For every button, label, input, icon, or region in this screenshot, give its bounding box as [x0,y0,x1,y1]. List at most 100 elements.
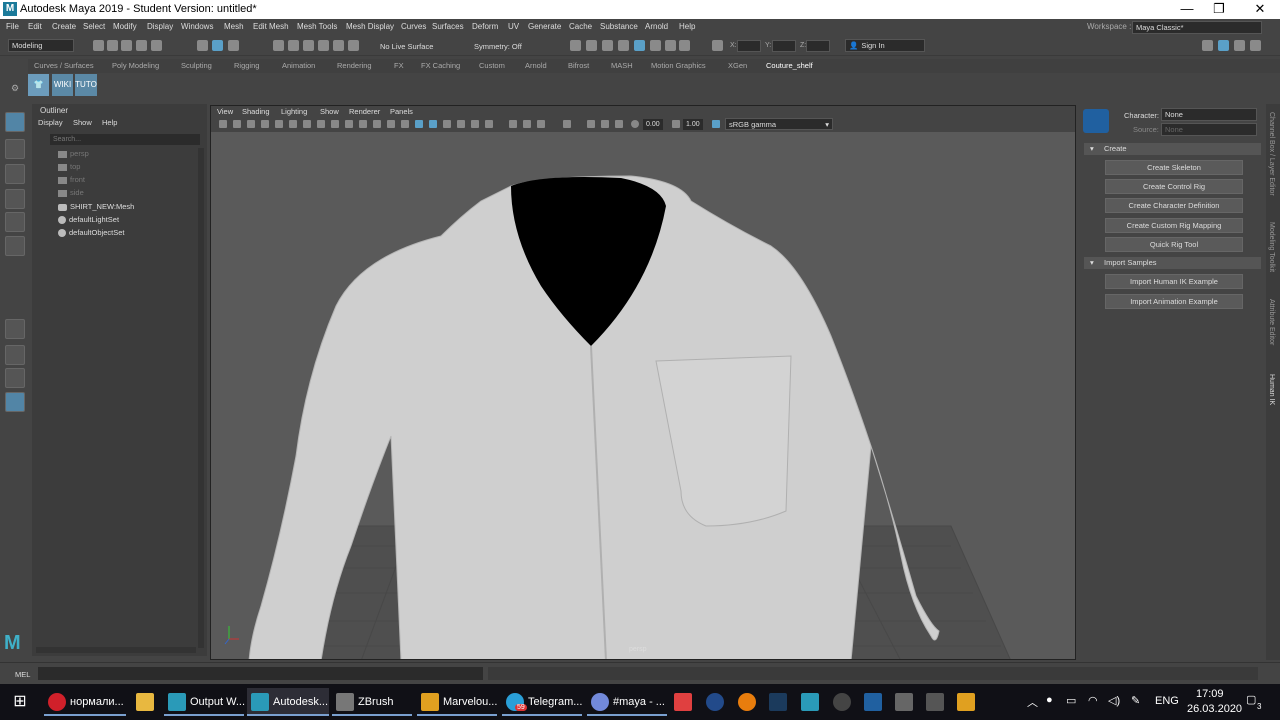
shelf-tab-poly-modeling[interactable]: Poly Modeling [112,61,159,70]
menu-generate[interactable]: Generate [528,22,561,31]
maximize-button[interactable]: ❐ [1204,1,1234,17]
render-view-icon[interactable] [570,40,581,51]
shelf-tab-couture-shelf[interactable]: Couture_shelf [766,61,813,70]
maya-pinned-icon[interactable] [801,688,823,716]
y-field[interactable] [772,40,796,52]
shelf-tab-xgen[interactable]: XGen [728,61,747,70]
wireframe-icon[interactable] [401,120,409,128]
create-control-rig-button[interactable]: Create Control Rig [1105,179,1243,194]
symmetry-label[interactable]: Symmetry: Off [474,42,522,51]
show-hidden-icons-icon[interactable]: ︿ [1027,694,1038,710]
viewport-menu-panels[interactable]: Panels [390,107,413,116]
close-button[interactable]: ✕ [1245,1,1275,17]
clock-time[interactable]: 17:09 [1196,688,1224,700]
isolate-select-icon[interactable] [563,120,571,128]
menu-mesh[interactable]: Mesh [224,22,244,31]
exposure-field[interactable]: 0.00 [643,119,663,130]
source-select[interactable]: None [1161,123,1257,136]
bookmark-icon[interactable] [247,120,255,128]
grease-pencil-icon[interactable] [289,120,297,128]
depth-of-field-icon[interactable] [537,120,545,128]
create-custom-rig-mapping-button[interactable]: Create Custom Rig Mapping [1105,218,1243,233]
textured-icon[interactable] [443,120,451,128]
snap-point-icon[interactable] [303,40,314,51]
snap-grid-icon[interactable] [273,40,284,51]
side-tab-channel-box[interactable]: Channel Box / Layer Editor [1268,112,1275,196]
character-select[interactable]: None [1161,108,1257,121]
shelf-tuto-button[interactable]: TUTO [75,74,97,96]
shelf-tab-bifrost[interactable]: Bifrost [568,61,589,70]
marvelous-pinned-icon[interactable] [957,688,979,716]
use-all-lights-icon[interactable] [457,120,465,128]
v-app-icon[interactable] [864,688,886,716]
import-samples-section-header[interactable]: ▾ Import Samples [1084,257,1261,269]
menu-surfaces[interactable]: Surfaces [432,22,464,31]
taskbar-app-maya[interactable]: Autodesk... [247,688,329,716]
tool-settings-toggle-icon[interactable] [1250,40,1261,51]
wifi-icon[interactable]: ◠ [1088,694,1098,707]
outliner-item-default-light-set[interactable]: defaultLightSet [58,215,119,225]
side-tab-attribute-editor[interactable]: Attribute Editor [1268,299,1275,345]
viewport[interactable]: persp [210,105,1076,660]
resolution-gate-icon[interactable] [331,120,339,128]
taskbar-app-zbrush[interactable]: ZBrush [332,688,412,716]
arnold-render-icon[interactable] [650,40,661,51]
taskbar-app-discord[interactable]: #maya - ... [587,688,667,716]
rotate-tool-icon[interactable] [5,212,25,232]
viewport-menu-lighting[interactable]: Lighting [281,107,307,116]
import-animation-example-button[interactable]: Import Animation Example [1105,294,1243,309]
shelf-tab-fx[interactable]: FX [394,61,404,70]
outliner-item-top[interactable]: top [58,162,80,171]
substance-painter-icon[interactable] [674,688,696,716]
create-section-header[interactable]: ▾ Create [1084,143,1261,155]
notifications-icon[interactable]: ▢ [1246,693,1256,706]
image-plane-icon[interactable] [261,120,269,128]
scale-tool-icon[interactable] [5,236,25,256]
menu-windows[interactable]: Windows [181,22,213,31]
menu-substance[interactable]: Substance [600,22,638,31]
shelf-tab-rigging[interactable]: Rigging [234,61,259,70]
shelf-tab-rendering[interactable]: Rendering [337,61,372,70]
channel-box-toggle-icon[interactable] [1218,40,1229,51]
xray-joints-icon[interactable] [615,120,623,128]
field-chart-icon[interactable] [359,120,367,128]
attribute-editor-toggle-icon[interactable] [1234,40,1245,51]
select-object-icon[interactable] [212,40,223,51]
viewport-menu-view[interactable]: View [217,107,233,116]
shelf-tab-sculpting[interactable]: Sculpting [181,61,212,70]
tc-app-icon[interactable] [926,688,948,716]
wireframe-on-shaded-icon[interactable] [429,120,437,128]
shelf-tab-curves-surfaces[interactable]: Curves / Surfaces [34,61,94,70]
mel-input[interactable] [38,667,483,680]
multisample-aa-icon[interactable] [523,120,531,128]
quick-rig-tool-button[interactable]: Quick Rig Tool [1105,237,1243,252]
lasso-tool-icon[interactable] [5,139,25,159]
safe-title-icon[interactable] [387,120,395,128]
shelf-gear-icon[interactable]: ⚙ [11,83,19,94]
outliner-h-scrollbar[interactable] [36,647,196,653]
redo-icon[interactable] [151,40,162,51]
taskbar-app-opera[interactable]: нормали... [44,688,126,716]
ipr-render-icon[interactable] [602,40,613,51]
grid-toggle-icon[interactable] [303,120,311,128]
z-field[interactable] [806,40,830,52]
language-indicator[interactable]: ENG [1155,695,1179,707]
paint-select-tool-icon[interactable] [5,164,25,184]
move-tool-icon[interactable] [5,189,25,209]
snap-view-icon[interactable] [318,40,329,51]
film-gate-icon[interactable] [317,120,325,128]
snap-vertex-icon[interactable] [348,40,359,51]
outliner-menu-help[interactable]: Help [102,118,117,127]
x-field[interactable] [737,40,761,52]
tray-app-icon[interactable]: ● [1046,694,1053,706]
gamma-field[interactable]: 1.00 [683,119,703,130]
create-character-definition-button[interactable]: Create Character Definition [1105,198,1243,213]
hypershade-icon[interactable] [634,40,645,51]
mel-label[interactable]: MEL [15,670,30,679]
blender-icon[interactable] [738,688,760,716]
select-hierarchy-icon[interactable] [197,40,208,51]
undo-icon[interactable] [136,40,147,51]
render-settings-icon[interactable] [618,40,629,51]
menu-modify[interactable]: Modify [113,22,137,31]
side-tab-modeling-toolkit[interactable]: Modeling Toolkit [1268,222,1275,272]
